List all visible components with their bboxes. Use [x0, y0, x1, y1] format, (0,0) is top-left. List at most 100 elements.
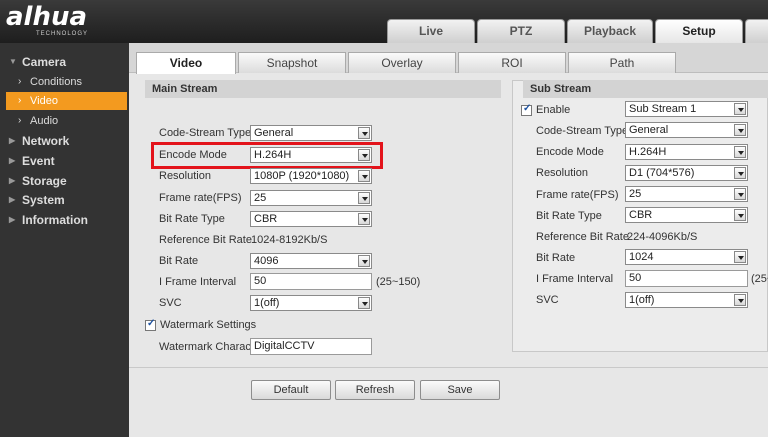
main-stream-title: Main Stream	[145, 80, 501, 98]
main-svc-label: SVC	[159, 297, 182, 309]
sidebar-item-camera[interactable]: ▼ Camera	[0, 52, 129, 72]
chevron-down-icon	[734, 209, 746, 221]
tab-roi[interactable]: ROI	[458, 52, 566, 73]
chevron-down-icon	[358, 192, 370, 204]
sub-stream-title: Sub Stream	[523, 80, 768, 98]
sub-i-frame-interval-hint: (25~	[751, 273, 768, 285]
select-value: CBR	[629, 209, 653, 221]
tab-setup[interactable]: Setup	[655, 19, 743, 43]
watermark-character-input[interactable]: DigitalCCTV	[250, 338, 372, 355]
main-content: Video Snapshot Overlay ROI Path Main Str…	[129, 43, 768, 437]
chevron-down-icon	[358, 255, 370, 267]
chevron-down-icon	[358, 297, 370, 309]
triangle-right-icon: ▶	[9, 215, 16, 224]
main-code-stream-type-label: Code-Stream Type	[159, 127, 252, 139]
chevron-down-icon	[734, 146, 746, 158]
tab-playback[interactable]: Playback	[567, 19, 653, 43]
sub-stream-select[interactable]: Sub Stream 1	[625, 101, 748, 117]
tab-overlay[interactable]: Overlay	[348, 52, 456, 73]
encode-mode-highlight	[151, 142, 383, 169]
triangle-right-icon: ▶	[9, 156, 16, 165]
default-button[interactable]: Default	[251, 380, 331, 400]
main-bit-rate-type-label: Bit Rate Type	[159, 213, 225, 225]
sub-resolution-label: Resolution	[536, 167, 588, 179]
main-i-frame-interval-input[interactable]: 50	[250, 273, 372, 290]
sub-code-stream-type-select[interactable]: General	[625, 122, 748, 138]
sidebar-item-label: Network	[22, 134, 70, 148]
sidebar-item-label: Information	[22, 213, 88, 227]
select-value: 25	[629, 188, 642, 200]
sidebar-item-label: Camera	[22, 55, 67, 69]
main-i-frame-interval-hint: (25~150)	[376, 276, 421, 288]
select-value: 1080P (1920*1080)	[254, 170, 350, 182]
tab-video[interactable]: Video	[136, 52, 236, 74]
chevron-down-icon	[358, 127, 370, 139]
sidebar-item-label: Video	[30, 95, 58, 107]
sub-resolution-select[interactable]: D1 (704*576)	[625, 165, 748, 181]
chevron-down-icon	[734, 103, 746, 115]
tab-path[interactable]: Path	[568, 52, 676, 73]
select-value: H.264H	[629, 146, 667, 158]
tab-snapshot[interactable]: Snapshot	[238, 52, 346, 73]
brand-tagline: TECHNOLOGY	[36, 31, 89, 37]
sub-bit-rate-select[interactable]: 1024	[625, 249, 748, 265]
sub-code-stream-type-label: Code-Stream Type	[536, 125, 629, 137]
sidebar-item-storage[interactable]: ▶ Storage	[0, 171, 129, 191]
main-reference-bit-rate-label: Reference Bit Rate	[159, 234, 252, 246]
tab-live[interactable]: Live	[387, 19, 475, 43]
divider	[129, 367, 768, 368]
sidebar-item-label: Storage	[22, 174, 67, 188]
sub-reference-bit-rate-value: 224-4096Kb/S	[627, 231, 698, 243]
sub-i-frame-interval-input[interactable]: 50	[625, 270, 748, 287]
main-svc-select[interactable]: 1(off)	[250, 295, 372, 311]
sub-encode-mode-label: Encode Mode	[536, 146, 604, 158]
chevron-down-icon	[734, 294, 746, 306]
sub-frame-rate-select[interactable]: 25	[625, 186, 748, 202]
main-resolution-label: Resolution	[159, 170, 211, 182]
chevron-down-icon	[358, 213, 370, 225]
save-button[interactable]: Save	[420, 380, 500, 400]
main-bit-rate-select[interactable]: 4096	[250, 253, 372, 269]
refresh-button[interactable]: Refresh	[335, 380, 415, 400]
sub-frame-rate-label: Frame rate(FPS)	[536, 189, 619, 201]
chevron-down-icon	[734, 251, 746, 263]
main-frame-rate-label: Frame rate(FPS)	[159, 192, 242, 204]
watermark-character-label: Watermark Character	[159, 341, 264, 353]
chevron-down-icon	[734, 188, 746, 200]
select-value: Sub Stream 1	[629, 103, 697, 115]
sidebar-item-video[interactable]: › Video	[6, 92, 127, 110]
sidebar: ▼ Camera › Conditions › Video › Audio ▶ …	[0, 43, 129, 437]
sidebar-item-information[interactable]: ▶ Information	[0, 210, 129, 230]
sidebar-item-network[interactable]: ▶ Network	[0, 131, 129, 151]
app-header: alhua TECHNOLOGY Live PTZ Playback Setup	[0, 0, 768, 43]
sub-bit-rate-type-label: Bit Rate Type	[536, 210, 602, 222]
sub-svc-select[interactable]: 1(off)	[625, 292, 748, 308]
select-value: 1(off)	[254, 297, 280, 309]
main-bit-rate-type-select[interactable]: CBR	[250, 211, 372, 227]
main-resolution-select[interactable]: 1080P (1920*1080)	[250, 168, 372, 184]
sub-i-frame-interval-label: I Frame Interval	[536, 273, 614, 285]
chevron-right-icon: ›	[18, 95, 22, 106]
sidebar-item-label: Conditions	[30, 76, 82, 88]
sub-enable-checkbox[interactable]	[521, 103, 532, 116]
sidebar-item-event[interactable]: ▶ Event	[0, 151, 129, 171]
sidebar-item-conditions[interactable]: › Conditions	[0, 73, 129, 91]
watermark-settings-checkbox[interactable]	[145, 318, 156, 331]
main-code-stream-type-select[interactable]: General	[250, 125, 372, 141]
sidebar-item-audio[interactable]: › Audio	[0, 112, 129, 130]
tab-overflow[interactable]	[745, 19, 768, 43]
select-value: General	[254, 127, 294, 139]
sub-enable-label: Enable	[536, 104, 571, 116]
sub-encode-mode-select[interactable]: H.264H	[625, 144, 748, 160]
select-value: 1024	[629, 251, 654, 263]
sub-reference-bit-rate-label: Reference Bit Rate	[536, 231, 629, 243]
watermark-settings-label: Watermark Settings	[160, 319, 257, 331]
chevron-down-icon	[358, 170, 370, 182]
sidebar-item-system[interactable]: ▶ System	[0, 190, 129, 210]
sub-bit-rate-type-select[interactable]: CBR	[625, 207, 748, 223]
triangle-down-icon: ▼	[9, 57, 17, 66]
main-frame-rate-select[interactable]: 25	[250, 190, 372, 206]
tab-ptz[interactable]: PTZ	[477, 19, 565, 43]
sidebar-item-label: System	[22, 193, 65, 207]
select-value: General	[629, 124, 669, 136]
